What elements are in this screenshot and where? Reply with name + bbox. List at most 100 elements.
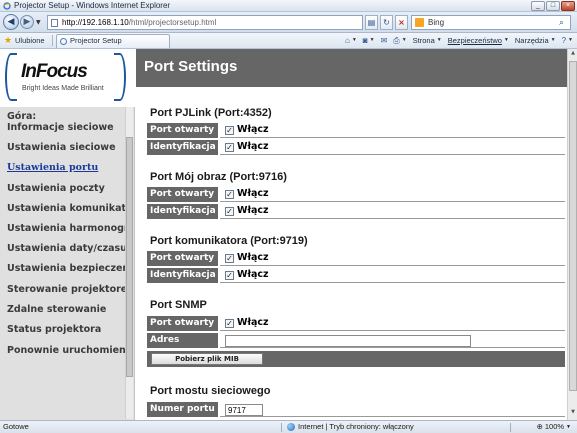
row-label: Port otwarty <box>147 123 218 138</box>
sidebar-scroll-thumb[interactable] <box>126 137 133 377</box>
snmp-port-open-row: Port otwarty ✓ Włącz <box>147 316 565 332</box>
scroll-down-icon[interactable]: ▼ <box>569 409 577 419</box>
url-input[interactable]: http://192.168.1.10/html/projectorsetup.… <box>47 15 363 30</box>
row-label: Adres pułapki <box>147 333 218 360</box>
tab-page-icon <box>60 38 67 45</box>
sidebar-item-network-settings[interactable]: Ustawienia sieciowe <box>7 142 127 153</box>
status-bar: Gotowe Internet | Tryb chroniony: włączo… <box>0 420 577 433</box>
page-menu-label: Strona <box>412 36 435 45</box>
zoom-control[interactable]: ⊕ 100% ▼ <box>537 421 571 433</box>
page-menu[interactable]: Strona ▼ <box>413 33 442 48</box>
sidebar-item-remote-control[interactable]: Zdalne sterowanie <box>7 304 127 315</box>
checkbox-label: Włącz <box>237 188 269 199</box>
print-button[interactable]: ⎙ ▼ <box>393 33 406 48</box>
minimize-button[interactable]: _ <box>531 1 545 11</box>
sidebar-item-security-settings[interactable]: Ustawienia bezpieczeństwa <box>7 263 127 274</box>
sidebar-item-schedule-settings[interactable]: Ustawienia harmonogramu <box>7 223 127 234</box>
sidebar-item-restart[interactable]: Ponownie uruchomienie <box>7 345 127 356</box>
favorites-button[interactable]: Ulubione <box>15 33 45 48</box>
tab-label: Projector Setup <box>70 36 122 45</box>
mail-icon: ✉ <box>380 36 388 45</box>
sidebar-item-projector-status[interactable]: Status projektora <box>7 324 127 335</box>
zoom-icon: ⊕ <box>536 422 543 431</box>
checkbox-label: Włącz <box>237 205 269 216</box>
sidebar-item-messenger-settings[interactable]: Ustawienia komunikatów <box>7 203 127 214</box>
sidebar-scrollbar[interactable] <box>125 107 133 419</box>
checkbox-label: Włącz <box>237 269 269 280</box>
section-title-bridge: Port mostu sieciowego <box>150 385 271 397</box>
menu-heading: Góra: <box>7 111 37 122</box>
row-label: Identyfikacja <box>147 140 218 155</box>
sidebar-item-network-info[interactable]: Informacje sieciowe <box>7 122 127 133</box>
mail-button[interactable]: ✉ <box>381 33 388 48</box>
favorites-bar: ★ Ulubione Projector Setup ⌂ ▼ ◙ ▼ ✉ ⎙ ▼ St… <box>0 33 577 49</box>
help-button[interactable]: ? ▼ <box>562 33 573 48</box>
security-zone[interactable]: Internet | Tryb chroniony: włączony <box>287 421 414 433</box>
divider <box>510 423 511 432</box>
close-button[interactable]: × <box>561 1 575 11</box>
zoom-level: 100% <box>544 422 565 431</box>
sidebar-item-port-settings[interactable]: Ustawienia portu <box>7 162 127 173</box>
trap-address-input[interactable] <box>225 335 471 347</box>
divider <box>52 35 53 46</box>
safety-menu[interactable]: Bezpieczeństwo ▼ <box>448 33 509 48</box>
status-text: Gotowe <box>3 422 29 431</box>
bridge-port-number-row: Numer portu <box>147 402 565 418</box>
refresh-icon[interactable]: ↻ <box>380 15 393 30</box>
messenger-identification-checkbox[interactable]: ✓ <box>225 271 234 280</box>
sidebar-item-projector-control[interactable]: Sterowanie projektorem <box>7 284 127 295</box>
window-titlebar: Projector Setup - Windows Internet Explo… <box>0 0 577 12</box>
row-label: Identyfikacja <box>147 268 218 283</box>
checkbox-label: Włącz <box>237 124 269 135</box>
port-number-input[interactable] <box>225 404 263 416</box>
divider <box>281 423 282 432</box>
history-dropdown-icon[interactable]: ▼ <box>36 19 41 26</box>
myimage-identification-row: Identyfikacja ✓ Włącz <box>147 204 565 220</box>
forward-button[interactable]: ▶ <box>20 15 34 29</box>
rss-icon: ◙ <box>362 36 368 45</box>
scroll-up-icon[interactable]: ▲ <box>569 50 577 60</box>
compatibility-view-icon[interactable]: ▤ <box>365 15 378 30</box>
messenger-identification-row: Identyfikacja ✓ Włącz <box>147 268 565 284</box>
sidebar-item-datetime-settings[interactable]: Ustawienia daty/czasu <box>7 243 127 254</box>
checkbox-label: Włącz <box>237 252 269 263</box>
home-icon: ⌂ <box>345 36 350 45</box>
print-icon: ⎙ <box>393 36 400 45</box>
tab-projector-setup[interactable]: Projector Setup <box>56 34 170 48</box>
myimage-identification-checkbox[interactable]: ✓ <box>225 207 234 216</box>
logo-brand: InFocus <box>21 61 88 82</box>
main-scroll-thumb[interactable] <box>569 61 577 391</box>
row-label: Identyfikacja <box>147 204 218 219</box>
row-label: Port otwarty <box>147 316 218 331</box>
tools-menu[interactable]: Narzędzia ▼ <box>515 33 556 48</box>
ie-logo-icon <box>3 2 11 10</box>
download-mib-button[interactable]: Pobierz plik MIB <box>151 353 263 365</box>
search-icon[interactable]: ⌕ <box>555 16 568 29</box>
home-button[interactable]: ⌂ ▼ <box>345 33 357 48</box>
sidebar: InFocus Bright Ideas Made Brilliant Góra… <box>0 49 135 420</box>
main-scrollbar[interactable]: ▲ ▼ <box>567 49 577 420</box>
snmp-trap-address-row: Adres pułapki <box>147 333 565 360</box>
myimage-port-open-checkbox[interactable]: ✓ <box>225 190 234 199</box>
sidebar-item-mail-settings[interactable]: Ustawienia poczty <box>7 183 127 194</box>
zone-text: Internet | Tryb chroniony: włączony <box>298 422 414 431</box>
chevron-down-icon: ▼ <box>566 424 571 430</box>
search-input[interactable]: Bing ⌕ <box>411 15 571 30</box>
snmp-port-open-checkbox[interactable]: ✓ <box>225 319 234 328</box>
pjlink-identification-row: Identyfikacja ✓ Włącz <box>147 140 565 156</box>
row-label: Port otwarty <box>147 187 218 202</box>
pjlink-identification-checkbox[interactable]: ✓ <box>225 143 234 152</box>
sidebar-menu: Góra: Informacje sieciowe Ustawienia sie… <box>7 111 127 356</box>
favorites-star-icon[interactable]: ★ <box>4 33 12 48</box>
checkbox-label: Włącz <box>237 141 269 152</box>
address-toolbar: ◀ ▶ ▼ http://192.168.1.10/html/projector… <box>0 12 577 33</box>
maximize-button[interactable]: □ <box>546 1 560 11</box>
window-title: Projector Setup - Windows Internet Explo… <box>14 1 171 10</box>
back-button[interactable]: ◀ <box>3 14 19 30</box>
page-header: Port Settings <box>136 49 577 89</box>
messenger-port-open-checkbox[interactable]: ✓ <box>225 254 234 263</box>
feeds-button[interactable]: ◙ ▼ <box>363 33 375 48</box>
section-title-snmp: Port SNMP <box>150 299 207 311</box>
stop-icon[interactable]: × <box>395 15 408 30</box>
pjlink-port-open-checkbox[interactable]: ✓ <box>225 126 234 135</box>
